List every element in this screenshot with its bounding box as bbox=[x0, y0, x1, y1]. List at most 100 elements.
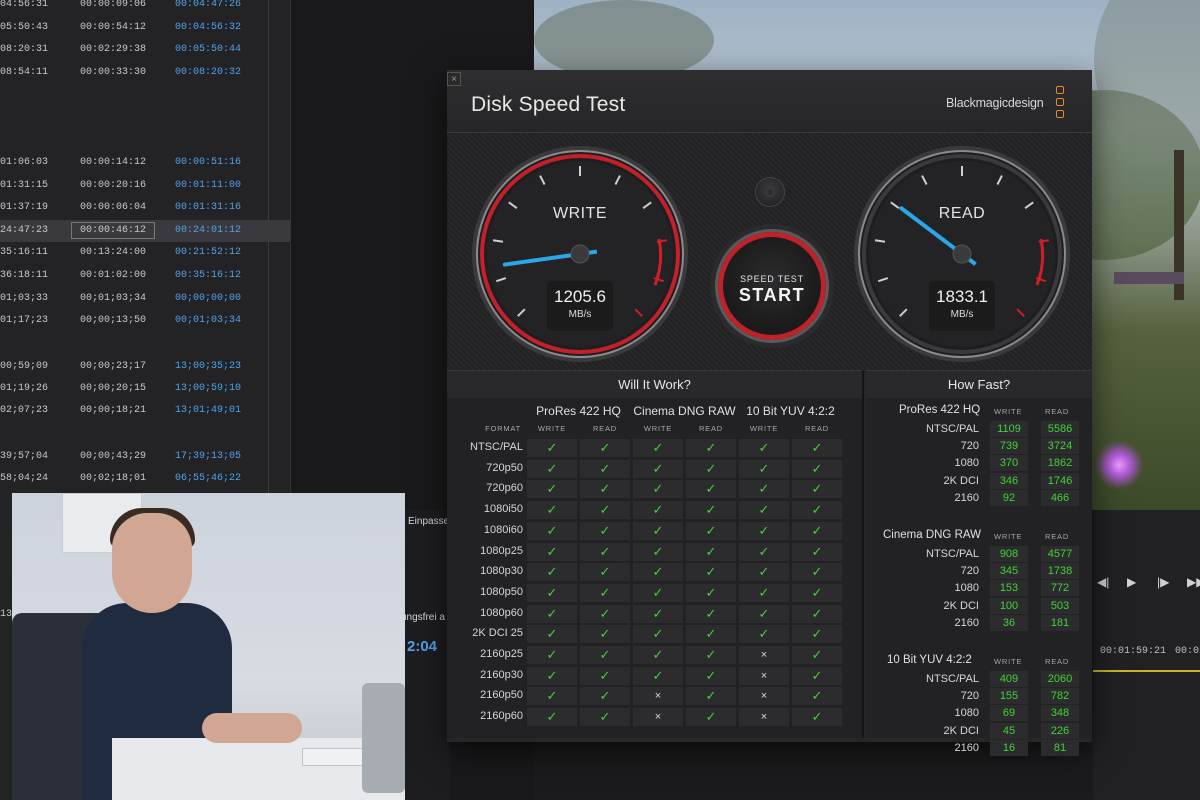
timecode-row[interactable]: 00;59;09 00;00;23;17 13;00;35;23 bbox=[0, 356, 290, 378]
timecode-cell: 02;07;23 bbox=[0, 405, 49, 416]
write-subheader: WRITE bbox=[994, 407, 1023, 416]
lens-flare bbox=[1094, 440, 1144, 490]
timecode-row[interactable]: 05:50:43 00:00:54:12 00:04:56:32 bbox=[0, 17, 290, 39]
fast-forward-icon[interactable]: ▶▶ bbox=[1187, 575, 1200, 589]
write-gauge: WRITE 1205.6 MB/s bbox=[469, 143, 691, 365]
check-icon: ✓ bbox=[792, 646, 842, 664]
timecode-cell: 00:00:54:12 bbox=[80, 22, 147, 33]
cross-icon: × bbox=[633, 687, 683, 706]
cross-icon: × bbox=[739, 687, 789, 706]
write-fps-value: 739 bbox=[990, 438, 1028, 455]
cross-icon: × bbox=[739, 666, 789, 685]
play-icon[interactable]: ▶ bbox=[1127, 575, 1136, 589]
timecode-cell: 00;02;18;01 bbox=[80, 473, 147, 484]
check-icon: ✓ bbox=[580, 501, 630, 520]
read-gauge: READ 1833.1 MB/s bbox=[851, 143, 1073, 365]
format-label: 720p50 bbox=[486, 461, 523, 474]
check-icon: ✓ bbox=[633, 604, 683, 623]
step-back-icon[interactable]: ◀| bbox=[1097, 575, 1109, 589]
timecode-cell: 24:47:23 bbox=[0, 225, 49, 236]
timecode-row[interactable]: 35:16:11 00:13:24:00 00:21:52:12 bbox=[0, 242, 290, 264]
timecode-row[interactable]: 08:20:31 00:02:29:38 00:05:50:44 bbox=[0, 39, 290, 61]
check-icon: ✓ bbox=[527, 521, 577, 540]
speed-row: 2160 16 81 bbox=[866, 739, 1092, 757]
timecode-cell: 01;19;26 bbox=[0, 383, 49, 394]
speed-row: NTSC/PAL 1109 5586 bbox=[866, 421, 1092, 438]
check-icon: ✓ bbox=[633, 646, 683, 664]
check-icon: ✓ bbox=[739, 480, 789, 499]
check-icon: ✓ bbox=[527, 708, 577, 727]
timecode-row[interactable]: 36:18:11 00:01:02:00 00:35:16:12 bbox=[0, 265, 290, 287]
monitor bbox=[362, 683, 405, 793]
check-icon: ✓ bbox=[527, 480, 577, 499]
timecode-row[interactable]: 01:37:19 00:00:06:04 00:01:31:16 bbox=[0, 197, 290, 219]
timecode-cell: 00:00:51:16 bbox=[175, 157, 242, 168]
check-icon: ✓ bbox=[580, 604, 630, 623]
check-icon: ✓ bbox=[686, 604, 736, 623]
timecode-row[interactable]: 01;03;33 00;01;03;34 00;00;00;00 bbox=[0, 288, 290, 310]
check-icon: ✓ bbox=[792, 583, 842, 602]
check-icon: ✓ bbox=[686, 480, 736, 499]
timecode-row[interactable]: 04:56:31 00:00:09:06 00:04:47:26 bbox=[0, 0, 290, 16]
timecode: 00:02 bbox=[1175, 646, 1200, 657]
timecode-row[interactable]: 39;57;04 00;00;43;29 17;39;13;05 bbox=[0, 446, 290, 468]
format-label: 2K DCI 25 bbox=[472, 627, 523, 640]
write-fps-value: 345 bbox=[990, 563, 1028, 580]
timecode-cell: 04:56:31 bbox=[0, 0, 49, 10]
format-label: NTSC/PAL bbox=[470, 441, 523, 453]
timecode-row[interactable]: 08:54:11 00:00:33:30 00:08:20:32 bbox=[0, 62, 290, 84]
format-label: 2160p25 bbox=[480, 648, 523, 660]
write-fps-value: 908 bbox=[990, 546, 1028, 562]
format-label: 1080p30 bbox=[480, 565, 523, 578]
settings-button[interactable] bbox=[755, 177, 785, 207]
timecode-cell: 36:18:11 bbox=[0, 270, 49, 281]
timecode-cell: 00:00:06:04 bbox=[80, 202, 147, 213]
timecode-cell: 35:16:11 bbox=[0, 247, 49, 258]
write-fps-value: 45 bbox=[990, 722, 1028, 739]
write-speed-unit: MB/s bbox=[568, 309, 592, 320]
check-icon: ✓ bbox=[527, 604, 577, 623]
format-label: 1080i60 bbox=[483, 523, 523, 536]
timecode-cell: 39;57;04 bbox=[0, 451, 49, 462]
format-label: 720 bbox=[960, 690, 979, 703]
read-subheader: READ bbox=[698, 424, 724, 433]
check-icon: ✓ bbox=[739, 501, 789, 520]
timeline-ruler bbox=[1093, 670, 1200, 672]
write-fps-value: 153 bbox=[990, 580, 1028, 597]
read-fps-value: 503 bbox=[1041, 597, 1079, 614]
check-icon: ✓ bbox=[686, 563, 736, 582]
timecode-cell: 13;00;35;23 bbox=[175, 361, 242, 372]
timecode-row[interactable]: 24:47:23 00:00:46:12 00:24:01:12 bbox=[0, 220, 290, 242]
check-icon: ✓ bbox=[686, 625, 736, 644]
timecode-cell: 08:54:11 bbox=[0, 67, 49, 78]
read-speed-readout: 1833.1 MB/s bbox=[929, 281, 995, 331]
read-speed-unit: MB/s bbox=[950, 309, 974, 320]
speed-test-start-button[interactable]: SPEED TEST START bbox=[715, 229, 829, 343]
timecode-row[interactable]: 01;17;23 00;00;13;50 00;01;03;34 bbox=[0, 310, 290, 332]
timecode-row[interactable]: 58;04;24 00;02;18;01 06;55;46;22 bbox=[0, 468, 290, 490]
format-row: 2160p60 ✓ ✓ × ✓ × ✓ bbox=[447, 707, 864, 727]
read-fps-value: 466 bbox=[1041, 489, 1079, 506]
speed-row: 2160 92 466 bbox=[866, 489, 1092, 507]
read-fps-value: 782 bbox=[1041, 688, 1079, 705]
close-window-button[interactable]: × bbox=[447, 72, 461, 86]
step-forward-icon[interactable]: |▶ bbox=[1157, 575, 1169, 589]
check-icon: ✓ bbox=[527, 646, 577, 664]
timecode-row[interactable]: 02;07;23 00;00;18;21 13;01;49;01 bbox=[0, 400, 290, 422]
timeline-header: Einpasse ungsfrei a 2:04 bbox=[401, 510, 450, 800]
timecode-cell: 00:13:24:00 bbox=[80, 247, 147, 258]
timecode-cell: 00:08:20:32 bbox=[175, 67, 242, 78]
format-label: 1080p60 bbox=[480, 606, 523, 619]
timecode-row[interactable]: 01;19;26 00;00;20;15 13;00;59;10 bbox=[0, 378, 290, 400]
format-row: 2160p30 ✓ ✓ ✓ ✓ × ✓ bbox=[447, 666, 864, 686]
write-fps-value: 1109 bbox=[990, 421, 1028, 437]
read-fps-value: 226 bbox=[1041, 722, 1079, 739]
timecode-cell: 01:31:15 bbox=[0, 180, 49, 191]
format-label: NTSC/PAL bbox=[926, 423, 979, 435]
format-row: 720p60 ✓ ✓ ✓ ✓ ✓ ✓ bbox=[447, 479, 864, 499]
timecode-row[interactable]: 01:06:03 00:00:14:12 00:00:51:16 bbox=[0, 152, 290, 174]
format-label: 2160 bbox=[954, 616, 979, 629]
format-label: 1080 bbox=[954, 707, 979, 720]
check-icon: ✓ bbox=[527, 563, 577, 582]
timecode-row[interactable]: 01:31:15 00:00:20:16 00:01:11:00 bbox=[0, 175, 290, 197]
